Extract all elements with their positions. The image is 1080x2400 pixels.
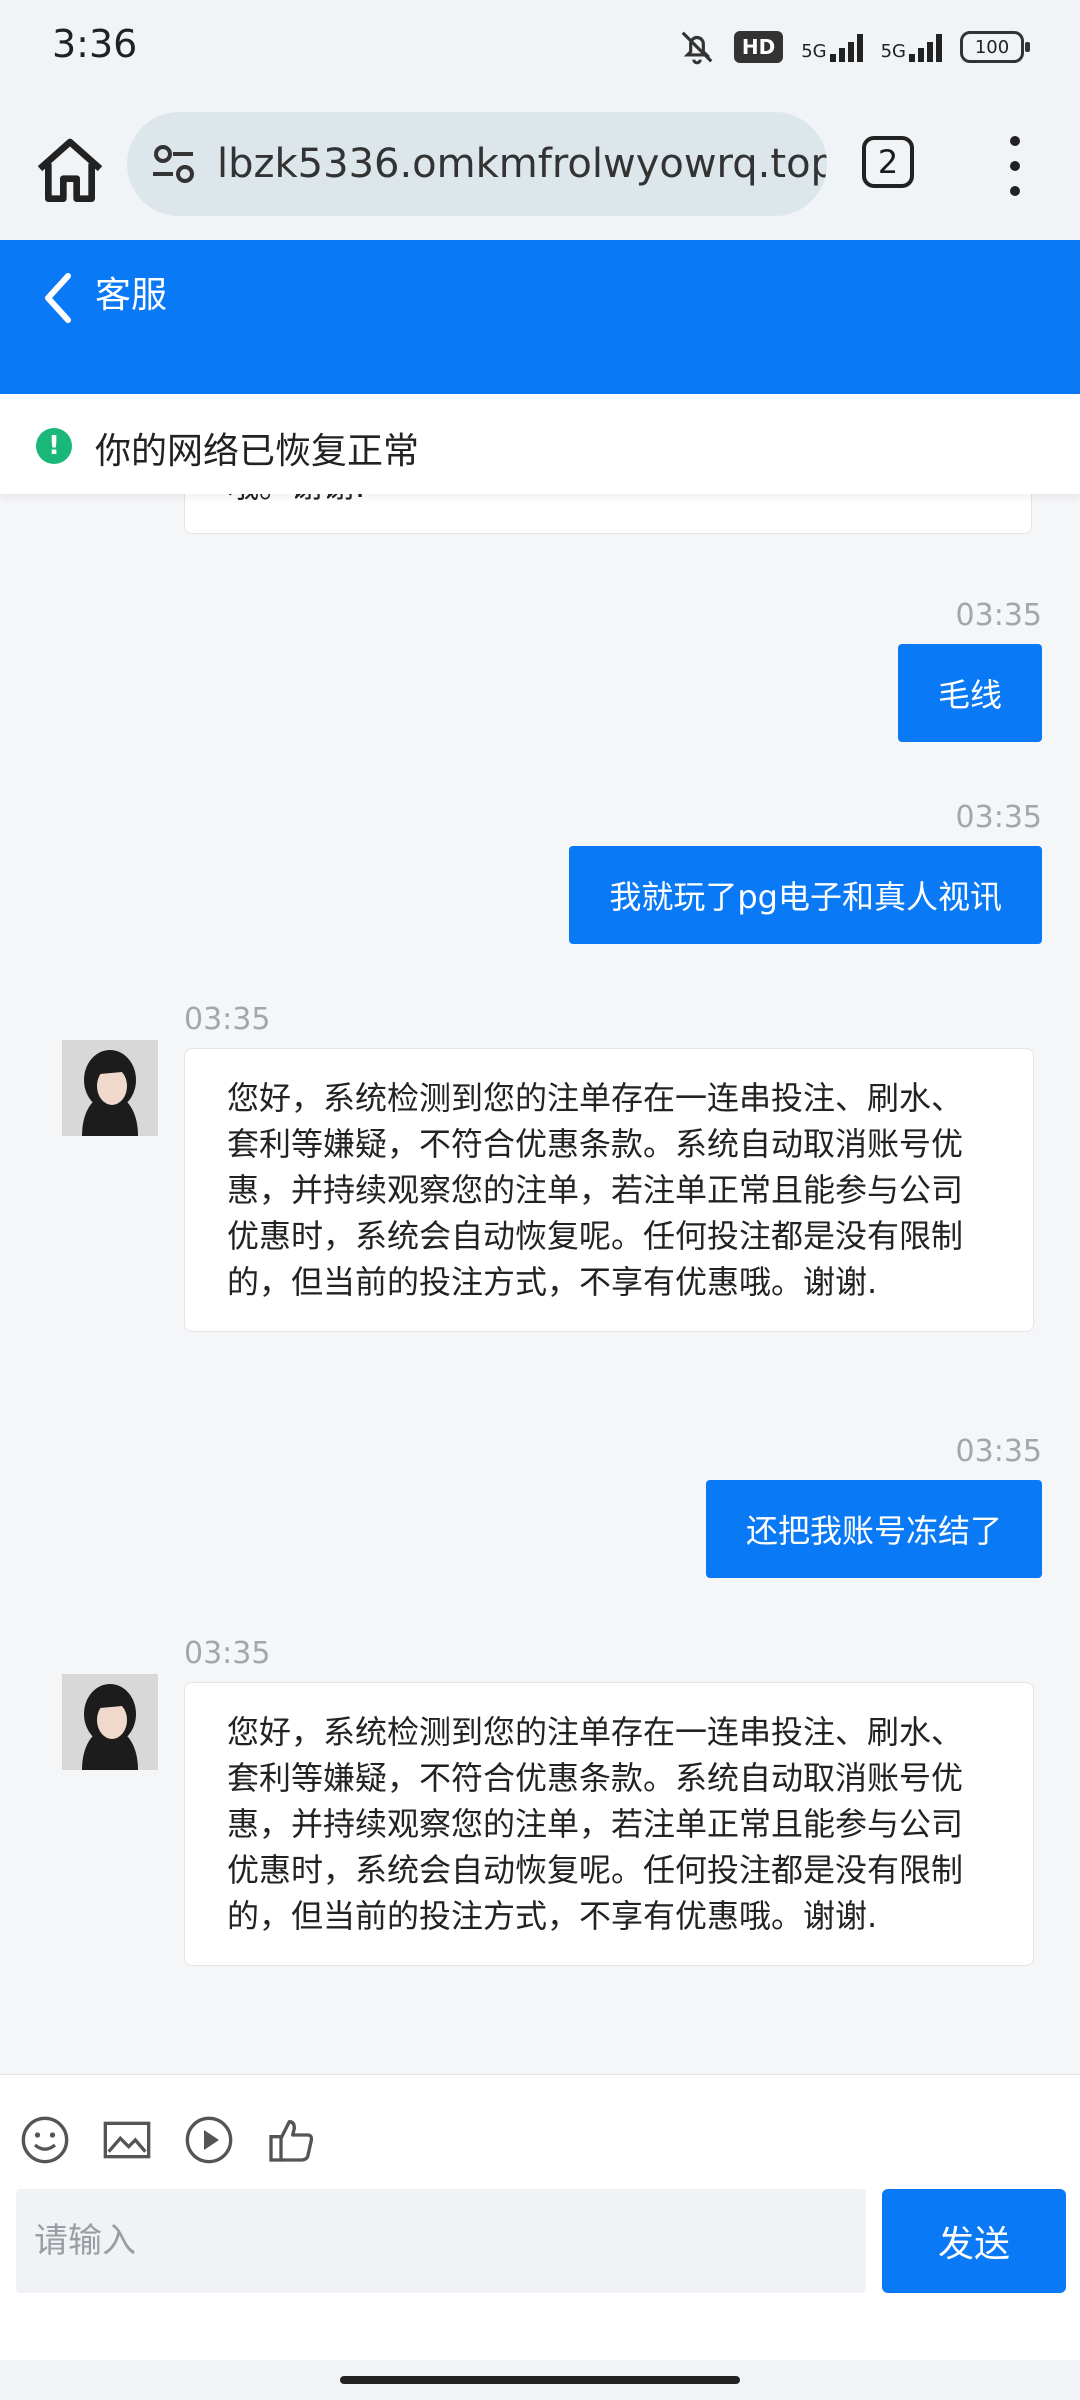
chat-messages[interactable]: 哦。谢谢. 03:35 毛线 03:35 我就玩了pg电子和真人视讯 03:35… (0, 494, 1080, 2074)
message-time: 03:35 (955, 800, 1042, 835)
status-ok-icon: ! (36, 428, 72, 464)
hd-badge: HD (733, 31, 784, 63)
message-bubble-received: 您好，系统检测到您的注单存在一连串投注、刷水、套利等嫌疑，不符合优惠条款。系统自… (184, 1682, 1034, 1966)
back-chevron-icon[interactable] (38, 270, 78, 326)
home-gesture-bar[interactable] (340, 2376, 740, 2384)
chat-header: 客服 (0, 240, 1080, 394)
image-icon[interactable] (102, 2115, 152, 2165)
notice-text: 你的网络已恢复正常 (95, 431, 420, 472)
battery-level: 100 (974, 36, 1010, 58)
composer-toolbar (20, 2115, 316, 2165)
mute-bell-icon (681, 31, 713, 65)
signal-icon: 5G (801, 32, 863, 62)
avatar[interactable] (62, 1674, 158, 1770)
video-play-icon[interactable] (184, 2115, 234, 2165)
emoji-icon[interactable] (20, 2115, 70, 2165)
network-type-1: 5G (801, 41, 827, 62)
status-bar: 3:36 HD 5G 5G 100 (0, 0, 1080, 100)
browser-toolbar: lbzk5336.omkmfrolwyowrq.top 2 (0, 100, 1080, 240)
gesture-nav (0, 2360, 1080, 2400)
send-button[interactable]: 发送 (882, 2189, 1066, 2293)
address-bar[interactable]: lbzk5336.omkmfrolwyowrq.top (127, 112, 827, 216)
message-time: 03:35 (955, 1434, 1042, 1469)
home-icon[interactable] (30, 132, 110, 212)
battery-icon: 100 (960, 31, 1030, 63)
agent-avatar-icon (62, 1674, 158, 1770)
message-time: 03:35 (184, 1002, 271, 1037)
partial-message-text: 哦。谢谢. (227, 494, 365, 507)
message-bubble-sent: 毛线 (897, 644, 1042, 742)
message-bubble-received: 您好，系统检测到您的注单存在一连串投注、刷水、套利等嫌疑，不符合优惠条款。系统自… (184, 1048, 1034, 1332)
message-input[interactable] (16, 2189, 866, 2293)
url-text[interactable]: lbzk5336.omkmfrolwyowrq.top (217, 141, 827, 187)
thumbs-up-icon[interactable] (266, 2115, 316, 2165)
message-bubble-sent: 还把我账号冻结了 (705, 1480, 1042, 1578)
message-time: 03:35 (184, 1636, 271, 1671)
status-icons: HD 5G 5G 100 (678, 28, 1030, 66)
signal-icon-2: 5G (881, 32, 942, 62)
network-type-2: 5G (880, 41, 906, 62)
network-notice: ! 你的网络已恢复正常 (0, 394, 1080, 494)
agent-avatar-icon (62, 1040, 158, 1136)
site-settings-icon[interactable] (145, 134, 205, 194)
status-time: 3:36 (52, 22, 138, 66)
more-menu-icon[interactable] (995, 136, 1035, 196)
message-bubble-sent: 我就玩了pg电子和真人视讯 (569, 846, 1042, 944)
message-bubble-partial: 哦。谢谢. (184, 494, 1032, 534)
message-time: 03:35 (955, 598, 1042, 633)
avatar[interactable] (62, 1040, 158, 1136)
page-title: 客服 (95, 275, 168, 316)
tab-switcher-button[interactable]: 2 (862, 136, 914, 188)
composer: 发送 (0, 2074, 1080, 2361)
